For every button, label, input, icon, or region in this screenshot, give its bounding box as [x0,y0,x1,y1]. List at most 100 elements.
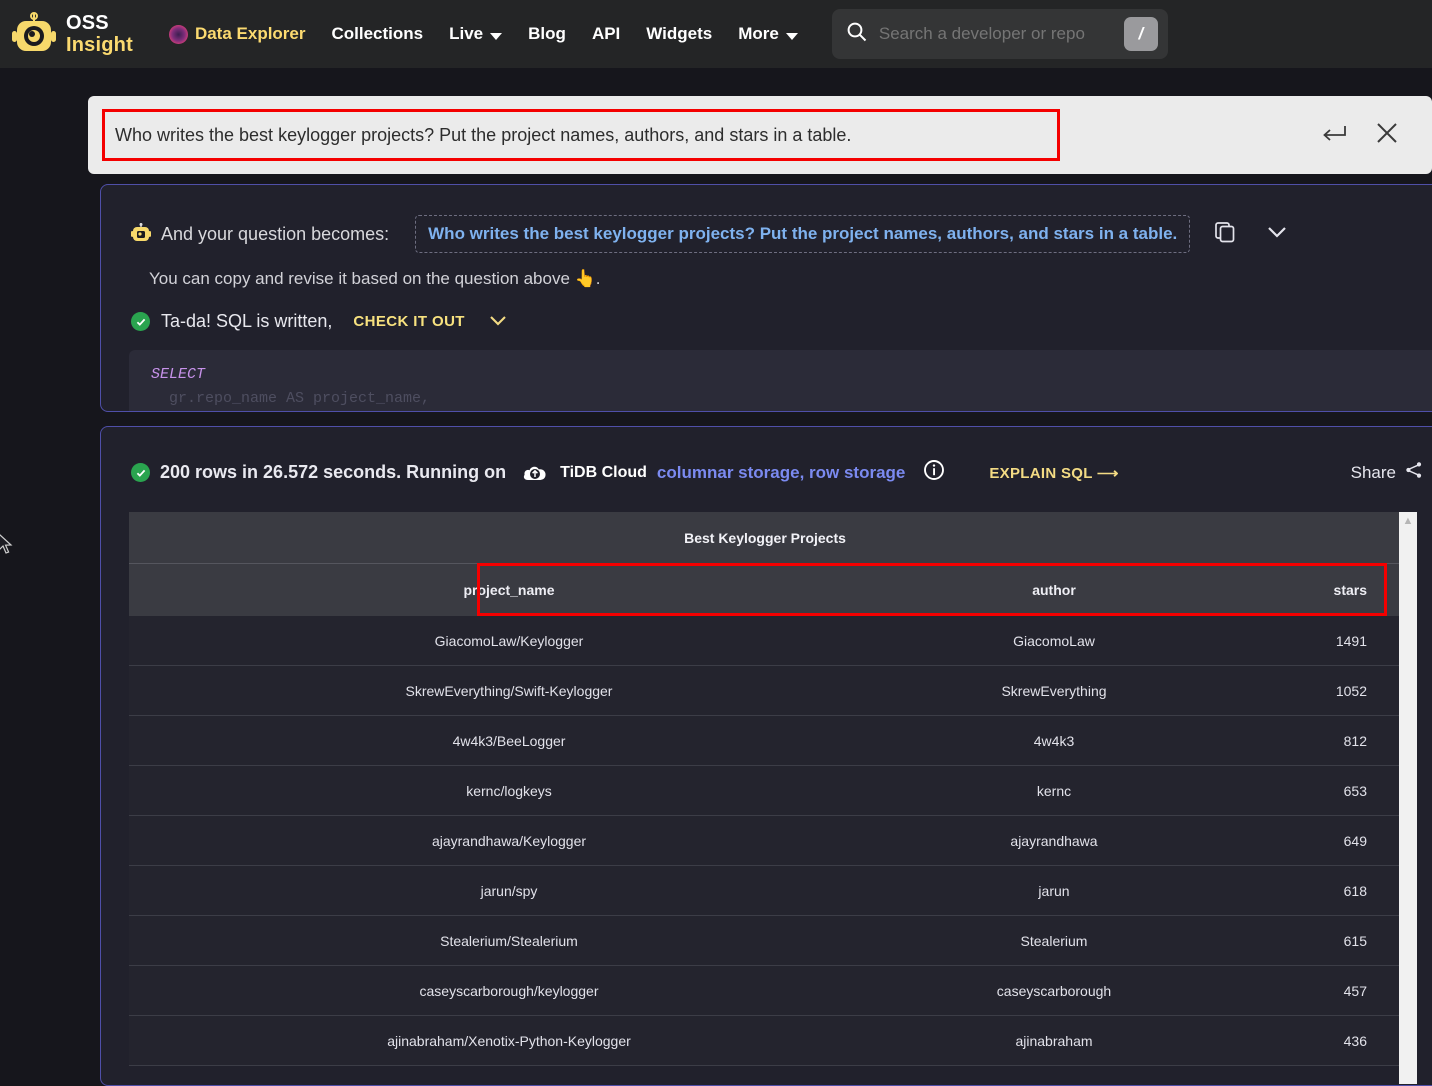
table-row[interactable]: ajayrandhawa/Keylogger ajayrandhawa 649 [129,816,1401,866]
column-header-stars[interactable]: stars [1219,582,1401,598]
cell-stars: 618 [1343,882,1367,899]
table-header-row: project_name author stars [129,563,1401,616]
nav-item-data-explorer[interactable]: Data Explorer [168,24,306,44]
oss-insight-robot-logo-icon [12,12,56,56]
question-becomes-row: And your question becomes: Who writes th… [101,185,1432,253]
purple-orb-icon [168,24,188,44]
cell-project-name: SkrewEverything/Swift-Keylogger [405,682,613,699]
column-header-author[interactable]: author [889,582,1219,598]
cell-stars: 649 [1343,832,1367,849]
cell-author: caseyscarborough [996,982,1112,999]
tidb-cloud-label: TiDB Cloud [560,463,647,481]
brand-line-2: Insight [66,34,133,56]
share-button[interactable]: Share [1351,461,1423,484]
table-body: GiacomoLaw/Keylogger GiacomoLaw 1491 SkrewE… [129,616,1401,1066]
brand-line-1: OSS [66,12,109,34]
explain-sql-button[interactable]: EXPLAIN SQL ⟶ [989,464,1118,482]
cell-author: SkrewEverything [1001,682,1107,699]
chevron-up-icon[interactable]: ▲ [1399,512,1417,530]
nav-links: Data Explorer Collections Live Blog API … [168,24,798,44]
search-shortcut-key: / [1123,17,1158,51]
search-input[interactable] [878,24,1112,44]
sql-code-block[interactable]: SELECT gr.repo_name AS project_name, [129,350,1432,411]
question-bar-actions [1320,122,1416,148]
search-icon [846,21,867,47]
cell-author: ajayrandhawa [1010,832,1098,849]
cell-stars: 1491 [1335,632,1367,649]
cell-author: 4w4k3 [1033,732,1075,749]
share-icon [1405,461,1423,484]
cell-stars: 436 [1343,1032,1367,1049]
table-row[interactable]: kernc/logkeys kernc 653 [129,766,1401,816]
cell-project-name: ajinabraham/Xenotix-Python-Keylogger [387,1032,631,1049]
nav-item-api[interactable]: API [592,24,620,44]
question-echo-text: Who writes the best keylogger projects? … [415,215,1191,253]
copy-revise-hint: You can copy and revise it based on the … [149,269,601,288]
generated-sql-panel: And your question becomes: Who writes th… [100,184,1432,412]
cell-stars: 812 [1343,732,1367,749]
check-it-out-button[interactable]: CHECK IT OUT [353,313,464,330]
question-input-highlight [102,109,1060,161]
expand-chevron-down-icon[interactable] [1266,225,1288,244]
storage-links[interactable]: columnar storage, row storage [657,463,905,483]
cell-project-name: kernc/logkeys [466,782,552,799]
results-table: Best Keylogger Projects project_name aut… [129,512,1417,1084]
chevron-down-icon [490,32,503,40]
nav-item-widgets[interactable]: Widgets [646,24,712,44]
check-circle-icon [131,312,150,331]
sql-code-line-1: SELECT [151,366,206,383]
brand-title: OSS Insight [66,12,133,56]
nav-item-label: Collections [331,24,424,43]
table-row[interactable]: jarun/spy jarun 618 [129,866,1401,916]
cell-author: Stealerium [1020,932,1088,949]
cell-author: ajinabraham [1015,1032,1093,1049]
cell-stars: 1052 [1335,682,1367,699]
share-label: Share [1350,462,1396,482]
table-row[interactable]: SkrewEverything/Swift-Keylogger SkrewEver… [129,666,1401,716]
enter-return-icon[interactable] [1320,122,1346,148]
question-becomes-label: And your question becomes: [161,223,390,244]
brand-logo-link[interactable]: OSS Insight [12,12,133,56]
top-navigation-bar: OSS Insight Data Explorer Collections Li… [0,0,1432,68]
tidb-cloud-icon [522,460,548,486]
nav-item-label: Widgets [646,24,713,43]
check-it-out-chevron-down-icon[interactable] [488,313,508,331]
nav-item-label: More [738,24,779,43]
result-status-row: 200 rows in 26.572 seconds. Running on T… [101,427,1432,486]
nav-item-label: Live [449,24,484,43]
info-icon[interactable] [923,459,945,486]
cell-project-name: GiacomoLaw/Keylogger [434,632,584,649]
global-search-box[interactable]: / [831,9,1168,59]
close-icon[interactable] [1376,122,1398,148]
column-header-project-name[interactable]: project_name [129,582,889,598]
sql-written-row: Ta-da! SQL is written, CHECK IT OUT [101,289,1432,332]
question-input-bar [88,96,1432,174]
result-status-text: 200 rows in 26.572 seconds. Running on [160,462,507,482]
cell-author: kernc [1036,782,1072,799]
table-title: Best Keylogger Projects [129,512,1401,564]
cell-project-name: ajayrandhawa/Keylogger [431,832,587,849]
mouse-cursor [0,533,14,555]
nav-item-live[interactable]: Live [449,24,503,44]
cell-stars: 457 [1343,982,1367,999]
cell-stars: 653 [1343,782,1367,799]
table-row[interactable]: GiacomoLaw/Keylogger GiacomoLaw 1491 [129,616,1401,666]
nav-item-collections[interactable]: Collections [332,24,424,44]
nav-item-more[interactable]: More [738,24,798,44]
robot-icon [131,223,151,245]
sql-code-line-2: gr.repo_name AS project_name, [169,390,431,407]
table-row[interactable]: 4w4k3/BeeLogger 4w4k3 812 [129,716,1401,766]
question-input[interactable] [115,124,1047,146]
cell-author: GiacomoLaw [1013,632,1095,649]
table-row[interactable]: caseyscarborough/keylogger caseyscarborou… [129,966,1401,1016]
nav-item-blog[interactable]: Blog [528,24,566,44]
table-scrollbar[interactable]: ▲ [1399,512,1417,1084]
table-row[interactable]: ajinabraham/Xenotix-Python-Keylogger ajin… [129,1016,1401,1066]
cell-project-name: Stealerium/Stealerium [440,932,578,949]
copy-icon[interactable] [1214,221,1236,248]
table-row[interactable]: Stealerium/Stealerium Stealerium 615 [129,916,1401,966]
cell-project-name: caseyscarborough/keylogger [419,982,599,999]
cell-stars: 615 [1343,932,1367,949]
nav-item-label: Data Explorer [194,24,306,43]
cell-project-name: 4w4k3/BeeLogger [452,732,566,749]
